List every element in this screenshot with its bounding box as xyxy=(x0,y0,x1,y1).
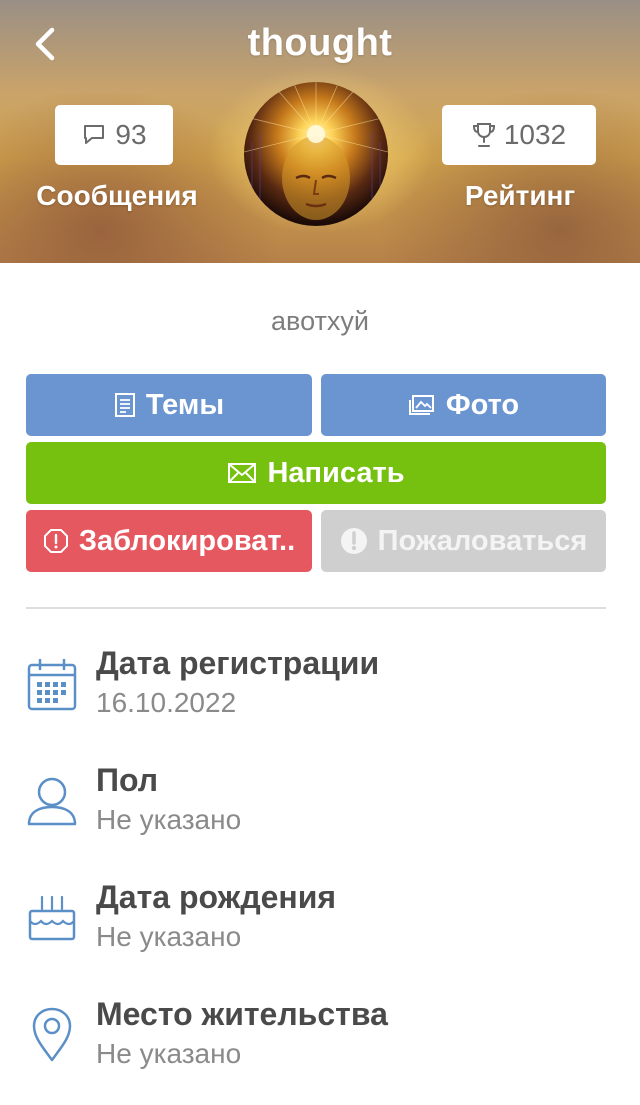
info-row-residence: Место жительства Не указано xyxy=(0,996,640,1096)
avatar-image xyxy=(244,82,388,226)
photo-button[interactable]: Фото xyxy=(321,374,606,436)
octagon-warning-icon xyxy=(43,529,68,553)
info-row-gender: Пол Не указано xyxy=(0,762,640,862)
write-message-button[interactable]: Написать xyxy=(26,442,606,504)
info-row-birth-date: Дата рождения Не указано xyxy=(0,879,640,979)
trophy-icon xyxy=(472,123,495,147)
speech-bubble-icon xyxy=(84,125,105,144)
cake-icon xyxy=(28,895,76,941)
envelope-icon xyxy=(228,463,257,483)
info-value: Не указано xyxy=(96,1038,242,1069)
rating-count-box[interactable]: 1032 xyxy=(442,105,596,165)
info-title: Дата регистрации xyxy=(96,645,380,681)
info-title: Место жительства xyxy=(96,996,388,1032)
info-value: Не указано xyxy=(96,804,242,835)
topics-button[interactable]: Темы xyxy=(26,374,312,436)
block-user-button[interactable]: Заблокироват.. xyxy=(26,510,312,572)
photo-button-label: Фото xyxy=(445,388,520,421)
topics-button-label: Темы xyxy=(145,388,225,421)
profile-header: thought 93 Сообщения 1032 Рейтинг xyxy=(0,0,640,263)
messages-label: Сообщения xyxy=(36,180,198,211)
info-value: Не указано xyxy=(96,921,242,952)
report-user-button[interactable]: Пожаловаться xyxy=(321,510,606,572)
rating-count: 1032 xyxy=(503,119,567,150)
avatar[interactable] xyxy=(244,82,388,226)
write-button-label: Написать xyxy=(267,456,405,489)
profile-status-text: авотхуй xyxy=(271,306,369,336)
messages-count-box[interactable]: 93 xyxy=(55,105,173,165)
calendar-icon xyxy=(27,658,77,711)
rating-label: Рейтинг xyxy=(464,180,576,211)
location-pin-icon xyxy=(32,1007,72,1062)
info-title: Пол xyxy=(96,762,159,798)
messages-count: 93 xyxy=(115,119,147,150)
block-button-label: Заблокироват.. xyxy=(78,524,296,557)
info-value: 16.10.2022 xyxy=(96,687,237,718)
info-title: Дата рождения xyxy=(96,879,337,915)
section-divider xyxy=(26,607,606,609)
document-icon xyxy=(114,393,135,417)
user-icon xyxy=(27,777,77,826)
info-row-registration-date: Дата регистрации 16.10.2022 xyxy=(0,645,640,745)
exclamation-circle-icon xyxy=(340,528,367,554)
report-button-label: Пожаловаться xyxy=(377,524,588,557)
page-title: thought xyxy=(247,22,393,64)
photo-gallery-icon xyxy=(408,395,434,415)
